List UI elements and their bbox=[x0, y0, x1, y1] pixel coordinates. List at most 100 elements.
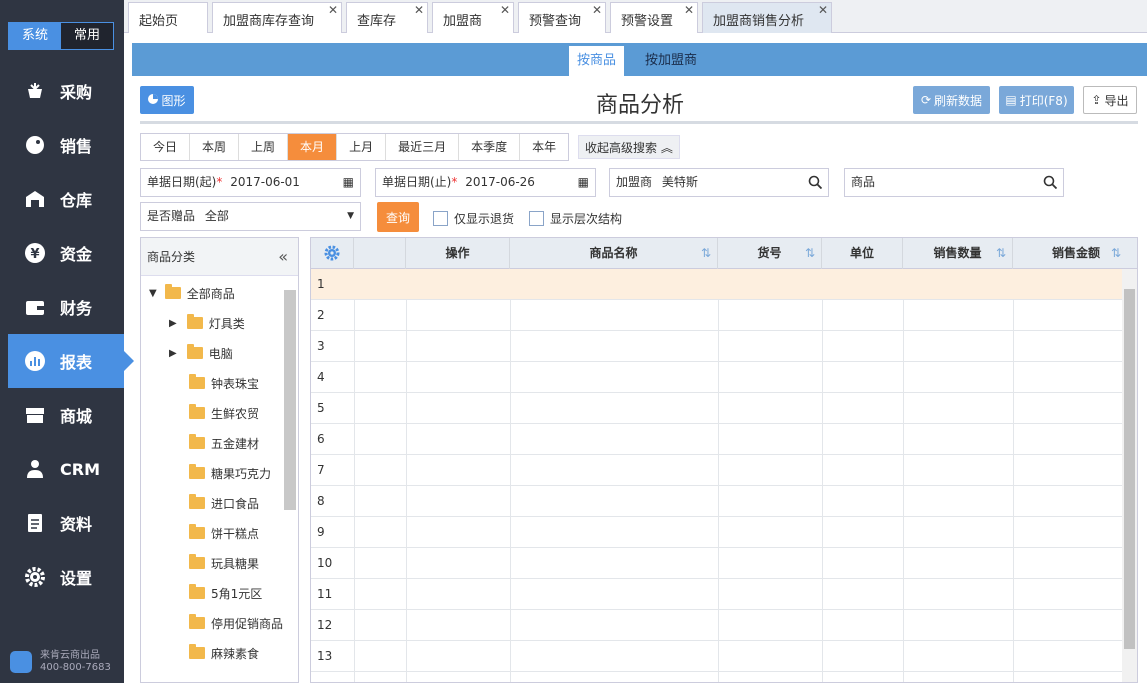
wallet-icon bbox=[24, 296, 46, 318]
common-button[interactable]: 常用 bbox=[61, 23, 113, 49]
folder-icon bbox=[189, 404, 205, 419]
only-returns-checkbox[interactable]: 仅显示退货 bbox=[433, 210, 514, 227]
show-hierarchy-checkbox[interactable]: 显示层次结构 bbox=[529, 210, 622, 227]
tree-item[interactable]: 玩具糖果 bbox=[141, 548, 298, 578]
required-mark: * bbox=[451, 175, 458, 189]
menu-item-settings[interactable]: 设置 bbox=[0, 550, 124, 604]
gear-icon[interactable] bbox=[324, 245, 340, 264]
table-row[interactable]: 10 bbox=[311, 548, 1123, 579]
close-icon[interactable]: ✕ bbox=[328, 3, 338, 17]
close-icon[interactable]: ✕ bbox=[500, 3, 510, 17]
menu-item-store[interactable]: 商城 bbox=[0, 388, 124, 442]
menu-item-reports[interactable]: 报表 bbox=[8, 334, 134, 388]
table-row[interactable]: 13 bbox=[311, 641, 1123, 672]
calendar-icon[interactable]: ▦ bbox=[343, 169, 354, 196]
column-product-name[interactable]: 商品名称 ⇅ bbox=[510, 238, 718, 269]
table-row[interactable]: 12 bbox=[311, 610, 1123, 641]
system-button[interactable]: 系统 bbox=[9, 23, 61, 49]
period-this-quarter[interactable]: 本季度 bbox=[459, 134, 521, 160]
tree-item[interactable]: 进口食品 bbox=[141, 488, 298, 518]
tab-stock[interactable]: 查库存 ✕ bbox=[346, 2, 428, 33]
menu-item-warehouse[interactable]: 仓库 bbox=[0, 172, 124, 226]
close-icon[interactable]: ✕ bbox=[684, 3, 694, 17]
tree-item[interactable]: 五金建材 bbox=[141, 428, 298, 458]
sort-icon[interactable]: ⇅ bbox=[701, 238, 711, 269]
tab-alert-settings[interactable]: 预警设置 ✕ bbox=[610, 2, 698, 33]
tree-item[interactable]: ▶ 电脑 bbox=[141, 338, 298, 368]
close-icon[interactable]: ✕ bbox=[818, 3, 828, 17]
menu-item-purchase[interactable]: 采购 bbox=[0, 64, 124, 118]
period-last-week[interactable]: 上周 bbox=[239, 134, 289, 160]
tree-item[interactable]: ▶ 灯具类 bbox=[141, 308, 298, 338]
subtab-by-franchisee[interactable]: 按加盟商 bbox=[637, 46, 705, 76]
table-row[interactable]: 9 bbox=[311, 517, 1123, 548]
refresh-button[interactable]: ⟳ 刷新数据 bbox=[913, 86, 990, 114]
column-item-no[interactable]: 货号 ⇅ bbox=[718, 238, 822, 269]
sort-icon[interactable]: ⇅ bbox=[996, 238, 1006, 269]
product-field[interactable]: 商品 bbox=[844, 168, 1064, 197]
period-this-week[interactable]: 本周 bbox=[190, 134, 240, 160]
table-row[interactable]: 11 bbox=[311, 579, 1123, 610]
tab-alert-query[interactable]: 预警查询 ✕ bbox=[518, 2, 606, 33]
query-button[interactable]: 查询 bbox=[377, 202, 419, 232]
close-icon[interactable]: ✕ bbox=[592, 3, 602, 17]
table-row[interactable]: 3 bbox=[311, 331, 1123, 362]
category-scrollbar[interactable] bbox=[284, 290, 296, 510]
table-row[interactable]: 2 bbox=[311, 300, 1123, 331]
menu-item-finance[interactable]: 财务 bbox=[0, 280, 124, 334]
date-start-field[interactable]: 单据日期(起)* 2017-06-01 ▦ bbox=[140, 168, 361, 197]
column-settings[interactable] bbox=[311, 238, 354, 269]
table-row[interactable]: 4 bbox=[311, 362, 1123, 393]
subtab-by-product[interactable]: 按商品 bbox=[569, 46, 625, 76]
tab-franchise-stock[interactable]: 加盟商库存查询 ✕ bbox=[212, 2, 342, 33]
checkbox-box[interactable] bbox=[433, 211, 448, 226]
period-last-month[interactable]: 上月 bbox=[337, 134, 387, 160]
tree-item[interactable]: 5角1元区 bbox=[141, 578, 298, 608]
menu-item-funds[interactable]: ¥ 资金 bbox=[0, 226, 124, 280]
column-sales-amount[interactable]: 销售金额 ⇅ bbox=[1013, 238, 1137, 269]
tree-item[interactable]: 停用促销商品 bbox=[141, 608, 298, 638]
grid-scrollbar[interactable] bbox=[1122, 269, 1137, 682]
tree-item[interactable]: 生鲜农贸 bbox=[141, 398, 298, 428]
print-button[interactable]: ▤ 打印(F8) bbox=[999, 86, 1074, 114]
table-row[interactable]: 6 bbox=[311, 424, 1123, 455]
tree-item[interactable]: 麻辣素食 bbox=[141, 638, 298, 668]
table-row[interactable]: 7 bbox=[311, 455, 1123, 486]
menu-item-sales[interactable]: 销售 bbox=[0, 118, 124, 172]
menu-item-data[interactable]: 资料 bbox=[0, 496, 124, 550]
caret-right-icon[interactable]: ▶ bbox=[169, 348, 177, 359]
date-end-field[interactable]: 单据日期(止)* 2017-06-26 ▦ bbox=[375, 168, 596, 197]
export-button[interactable]: ⇪ 导出 bbox=[1083, 86, 1137, 114]
scrollbar-thumb[interactable] bbox=[1124, 289, 1135, 649]
menu-item-crm[interactable]: CRM bbox=[0, 442, 124, 496]
close-icon[interactable]: ✕ bbox=[414, 3, 424, 17]
period-last-three-months[interactable]: 最近三月 bbox=[386, 134, 460, 160]
caret-right-icon[interactable]: ▶ bbox=[169, 318, 177, 329]
tree-root[interactable]: ▼ 全部商品 bbox=[141, 278, 298, 308]
period-this-year[interactable]: 本年 bbox=[520, 134, 569, 160]
search-icon[interactable] bbox=[1043, 169, 1058, 199]
table-row[interactable]: 5 bbox=[311, 393, 1123, 424]
tree-item[interactable]: 饼干糕点 bbox=[141, 518, 298, 548]
period-today[interactable]: 今日 bbox=[141, 134, 191, 160]
checkbox-box[interactable] bbox=[529, 211, 544, 226]
tab-franchise-sales-analysis[interactable]: 加盟商销售分析 ✕ bbox=[702, 2, 832, 33]
table-row[interactable]: 8 bbox=[311, 486, 1123, 517]
chart-button[interactable]: 图形 bbox=[140, 86, 194, 114]
collapse-left-icon[interactable]: « bbox=[278, 238, 288, 276]
tab-franchisee[interactable]: 加盟商 ✕ bbox=[432, 2, 514, 33]
tab-home[interactable]: 起始页 bbox=[128, 2, 208, 33]
tree-item[interactable]: 糖果巧克力 bbox=[141, 458, 298, 488]
sort-icon[interactable]: ⇅ bbox=[1111, 238, 1121, 269]
collapse-advanced-search[interactable]: 收起高级搜索 ︽ bbox=[578, 135, 680, 159]
franchisee-field[interactable]: 加盟商 美特斯 bbox=[609, 168, 829, 197]
column-sales-qty[interactable]: 销售数量 ⇅ bbox=[903, 238, 1013, 269]
calendar-icon[interactable]: ▦ bbox=[578, 169, 589, 196]
sort-icon[interactable]: ⇅ bbox=[805, 238, 815, 269]
search-icon[interactable] bbox=[808, 169, 823, 199]
table-row[interactable]: 1 bbox=[311, 269, 1123, 300]
caret-down-icon[interactable]: ▼ bbox=[149, 288, 157, 299]
gift-select[interactable]: 是否赠品 全部 ▼ bbox=[140, 202, 361, 231]
period-this-month[interactable]: 本月 bbox=[288, 134, 338, 160]
tree-item[interactable]: 钟表珠宝 bbox=[141, 368, 298, 398]
